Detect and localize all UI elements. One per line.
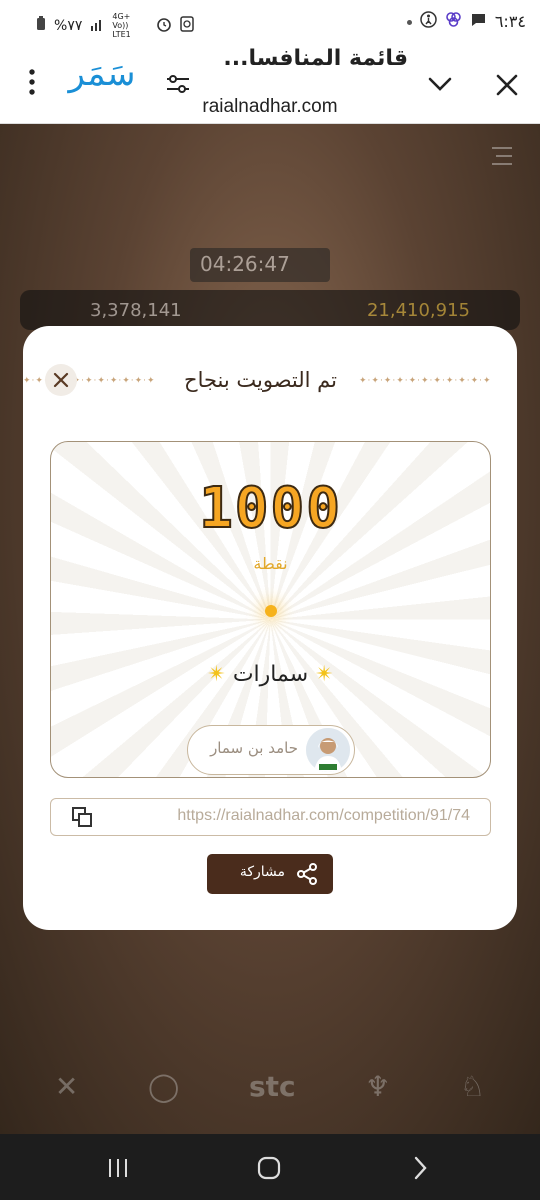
dialog-title: تم التصويت بنجاح [184,368,337,392]
home-icon[interactable] [255,1156,283,1180]
share-button-label: مشاركة [239,864,285,880]
entry-name: سمارات [232,662,309,687]
brand-logo-text: سَمَر [68,54,136,94]
author-name: حامد بن سمار [210,739,298,757]
network-type: 4G+ Vo)) LTE1 [112,12,131,39]
x-social-icon[interactable]: ✕ [55,1070,78,1120]
message-icon [470,11,487,32]
battery-icon [36,16,46,35]
background-right-count: 21,410,915 [366,300,470,321]
chevron-down-icon[interactable] [424,70,456,98]
recent-apps-icon[interactable] [104,1156,132,1180]
background-stats-bar: 3,378,141 21,410,915 [20,290,520,330]
author-avatar [306,728,350,772]
dialog-close-button[interactable] [45,364,77,396]
points-value: 1000 [198,475,342,542]
sparkle-icon: ✴ [207,662,226,687]
status-left: %٧٧ 4G+ Vo)) LTE1 [36,12,195,39]
share-url-field[interactable]: https://raialnadhar.com/competition/91/7… [50,798,491,836]
whatsapp-icon[interactable]: ◯ [148,1070,179,1120]
background-footer-icons: ✕ ◯ stc ♆ ♘ [20,1070,520,1120]
alarm-icon [156,16,172,36]
dot-icon [406,20,412,25]
points-card: 1000 نقطة ✴ سمارات ✴ حامد بن سمار [50,441,491,778]
vote-success-dialog: ✦·✦·✦·✦·✦·✦·✦·✦·✦·✦·✦ تم التصويت بنجاح ✦… [23,326,517,930]
menu-dots-icon[interactable] [20,66,44,98]
emblem-icon: ♆ [365,1070,391,1103]
copy-icon[interactable] [71,806,93,832]
status-right: ٦:٣٤ [406,11,526,32]
title-ornament-right: ✦·✦·✦·✦·✦·✦·✦·✦·✦·✦·✦ [359,376,492,386]
status-bar: %٧٧ 4G+ Vo)) LTE1 ٦:٣٤ [0,0,540,40]
share-button[interactable]: مشاركة [207,854,333,894]
page-title: قائمة المنافسا... [223,46,408,71]
signal-icon [90,17,104,35]
brand-logo: سَمَر [62,54,142,94]
browser-toolbar: سَمَر قائمة المنافسا... raialnadhar.com [0,40,540,124]
background-timer: 04:26:47 [190,248,330,282]
close-icon[interactable] [492,70,522,100]
title-ornament-left: ✦·✦·✦·✦·✦·✦·✦·✦·✦·✦·✦ [23,376,156,386]
stc-logo: stc [248,1070,296,1103]
entry-name-row: ✴ سمارات ✴ [51,662,490,687]
battery-level: %٧٧ [54,17,83,34]
system-nav-bar [0,1134,540,1200]
camel-icon: ♘ [460,1070,486,1103]
app-icon [445,11,462,32]
share-url-text: https://raialnadhar.com/competition/91/7… [177,807,470,824]
author-chip[interactable]: حامد بن سمار [187,725,355,775]
recycle-icon [180,15,195,36]
glow-dot-icon [265,605,277,617]
background-left-count: 3,378,141 [90,300,182,321]
share-icon [295,862,319,890]
accessibility-icon [420,11,437,32]
page-url[interactable]: raialnadhar.com [0,96,540,118]
sparkle-icon: ✴ [315,662,334,687]
back-icon[interactable] [406,1156,434,1180]
clock-time: ٦:٣٤ [494,12,526,31]
points-label: نقطة [253,554,288,573]
hamburger-icon[interactable] [490,146,514,166]
